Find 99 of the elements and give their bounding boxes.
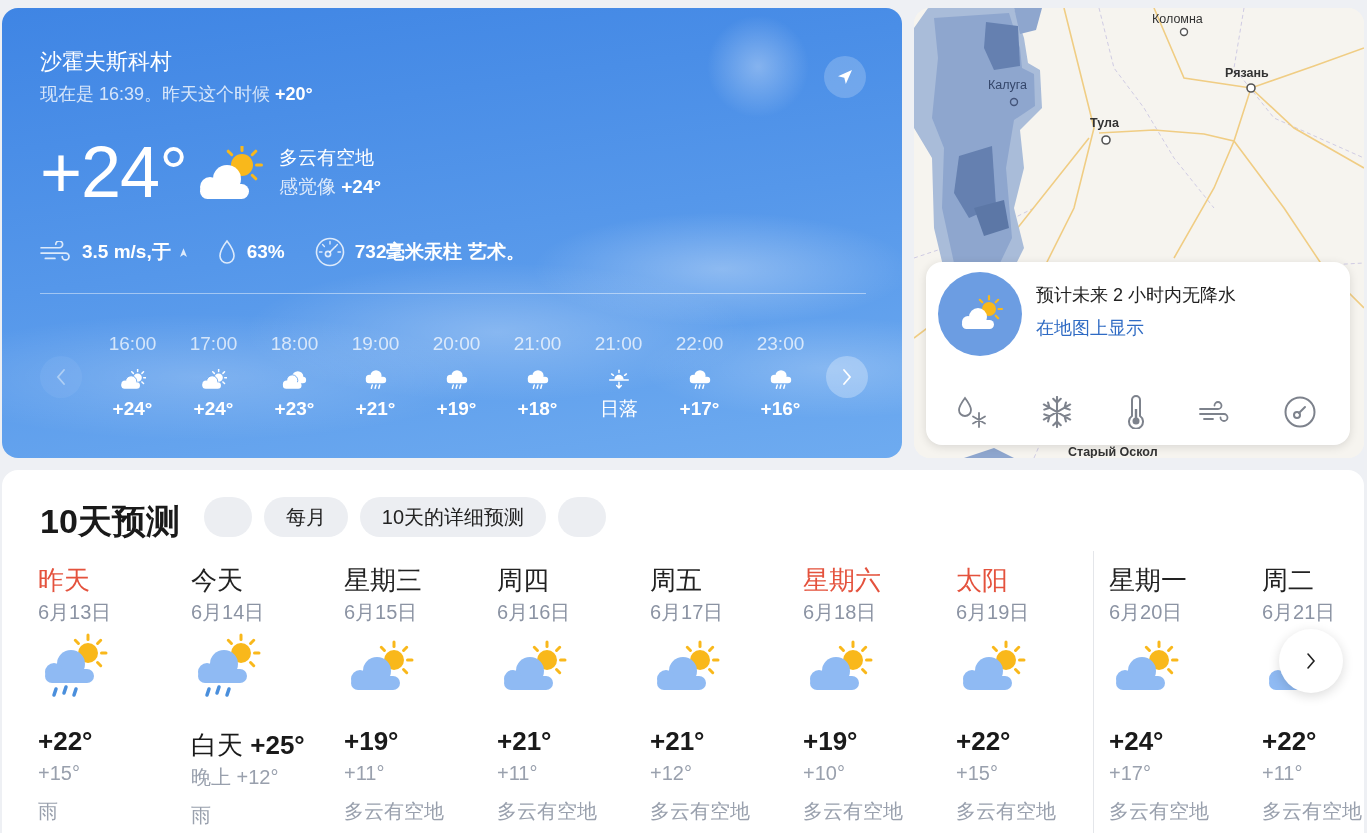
time-subtitle: 现在是 16:39。昨天这个时候 +20°: [40, 83, 313, 106]
sunset-label: 日落: [599, 397, 638, 421]
day-date: 6月17日: [650, 600, 724, 624]
day-name: 周二: [1262, 565, 1314, 595]
night-temperature: +11°: [497, 761, 538, 785]
day-name: 周四: [497, 565, 549, 595]
night-temperature: +15°: [38, 761, 80, 785]
night-temperature: +15°: [956, 761, 998, 785]
hour-temperature: +21°: [355, 397, 396, 421]
day-name: 星期一: [1109, 565, 1187, 595]
day-date: 6月14日: [191, 600, 265, 624]
day-condition: 雨: [191, 803, 211, 827]
night-temperature: +11°: [1262, 761, 1303, 785]
day-condition: 多云有空地: [1109, 799, 1209, 823]
hour-time: 22:00: [675, 332, 724, 356]
pressure-gauge-icon[interactable]: [1284, 396, 1317, 428]
day-condition: 多云有空地: [497, 799, 597, 823]
next-days-button[interactable]: [1279, 629, 1343, 693]
day-date: 6月20日: [1109, 600, 1183, 624]
hour-time: 16:00: [108, 332, 157, 356]
night-temperature: +11°: [344, 761, 385, 785]
nowcast-message: 预计未来 2 小时内无降水: [1036, 284, 1236, 307]
day-temperature: +21°: [650, 726, 705, 756]
wind-speed: 3.5 m/s,于: [82, 240, 171, 264]
day-temperature: +19°: [803, 726, 858, 756]
pressure-value: 732毫米汞柱 艺术。: [354, 240, 525, 264]
day-temperature: 白天 +25°: [191, 730, 305, 760]
night-temperature: +12°: [650, 761, 692, 785]
forecast-tab[interactable]: 10天的详细预测: [359, 497, 547, 537]
hour-time: 21:00: [594, 332, 643, 356]
day-name: 星期六: [803, 565, 881, 595]
day-condition: 多云有空地: [956, 799, 1056, 823]
hour-time: 20:00: [432, 332, 481, 356]
hour-temperature: +23°: [274, 397, 315, 421]
day-name: 太阳: [956, 565, 1008, 595]
chevron-left-icon: [56, 367, 66, 386]
map-place-label: Коломна: [1152, 12, 1203, 26]
hour-temperature: +17°: [679, 397, 720, 421]
hour-temperature: +18°: [517, 397, 558, 421]
day-temperature: +19°: [344, 726, 399, 756]
day-date: 6月16日: [497, 600, 571, 624]
day-condition: 雨: [38, 799, 58, 823]
map-place-label: Калуга: [988, 78, 1027, 92]
navigation-arrow-icon: [837, 69, 853, 85]
map-place-label: Рязань: [1225, 66, 1269, 80]
map-place-label: Старый Оскол: [1068, 445, 1158, 458]
hour-temperature: +16°: [760, 397, 801, 421]
day-temperature: +22°: [1262, 726, 1317, 756]
location-button[interactable]: [824, 56, 866, 98]
hour-time: 19:00: [351, 332, 400, 356]
show-on-map-link[interactable]: 在地图上显示: [1036, 315, 1144, 341]
cloud-sun-icon: [119, 369, 146, 390]
night-temperature: +10°: [803, 761, 845, 785]
day-date: 6月13日: [38, 600, 112, 624]
humidity-drop-icon: [216, 239, 237, 265]
chevron-right-icon: [1306, 652, 1316, 670]
day-temperature: +24°: [1109, 726, 1164, 756]
snowflake-icon[interactable]: [1041, 396, 1074, 428]
day-date: 6月21日: [1262, 600, 1336, 624]
current-temperature: +24°: [40, 132, 187, 212]
chevron-right-icon: [842, 367, 852, 386]
day-name: 昨天: [38, 565, 90, 595]
hour-temperature: +24°: [193, 397, 234, 421]
day-condition: 多云有空地: [650, 799, 750, 823]
day-temperature: +21°: [497, 726, 552, 756]
hour-temperature: +19°: [436, 397, 477, 421]
day-date: 6月15日: [344, 600, 418, 624]
condition-text: 多云有空地: [278, 146, 375, 170]
hour-time: 17:00: [189, 332, 238, 356]
day-condition: 多云有空地: [803, 799, 903, 823]
day-temperature: +22°: [956, 726, 1011, 756]
night-temperature: +17°: [1109, 761, 1151, 785]
hour-time: 21:00: [513, 332, 562, 356]
day-name: 星期三: [344, 565, 422, 595]
day-condition: 多云有空地: [1262, 799, 1362, 823]
hour-time: 18:00: [270, 332, 319, 356]
day-date: 6月18日: [803, 600, 877, 624]
humidity-value: 63%: [246, 240, 285, 264]
wind-direction-icon: [179, 247, 187, 257]
feels-like-text: 感觉像 +24°: [278, 175, 382, 199]
hour-temperature: +24°: [112, 397, 153, 421]
pressure-gauge-icon: [314, 237, 345, 267]
wind-icon: [40, 241, 72, 263]
cloud-sun-icon: [938, 272, 1022, 356]
clouds-icon: [281, 369, 308, 390]
day-name: 周五: [650, 565, 702, 595]
map-place-label: Тула: [1090, 116, 1119, 130]
night-temperature: 晚上 +12°: [191, 765, 279, 789]
day-name: 今天: [191, 565, 243, 595]
hour-time: 23:00: [756, 332, 805, 356]
day-date: 6月19日: [956, 600, 1030, 624]
cloud-sun-icon: [200, 369, 227, 390]
day-temperature: +22°: [38, 726, 93, 756]
forecast-tab[interactable]: 每月: [263, 497, 348, 537]
city-name: 沙霍夫斯科村: [40, 48, 173, 76]
thermometer-icon[interactable]: [1127, 395, 1145, 429]
forecast-title: 10天预测: [40, 501, 180, 541]
drop-snowflake-icon[interactable]: [955, 396, 988, 428]
day-condition: 多云有空地: [344, 799, 444, 823]
